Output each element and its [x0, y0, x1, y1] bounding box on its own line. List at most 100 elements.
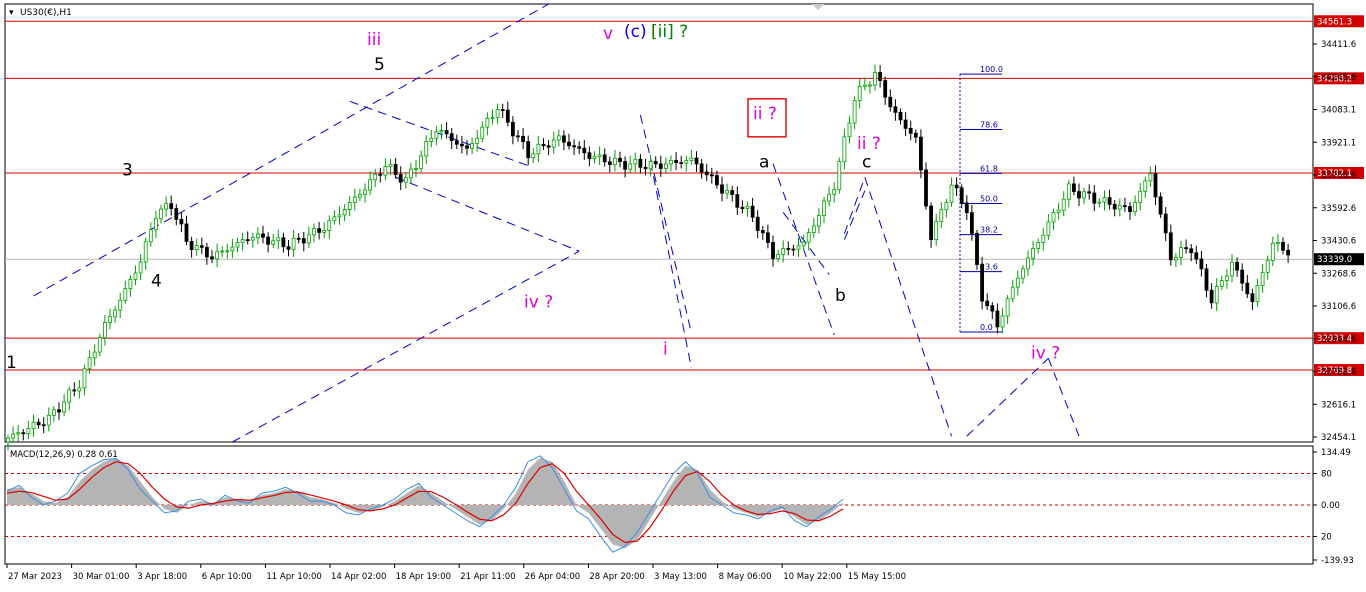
wave-label: (c)	[624, 22, 647, 42]
candle-body	[959, 187, 964, 204]
candle-body	[138, 261, 143, 274]
candle-body	[730, 190, 735, 195]
candle-body	[618, 157, 622, 162]
candle-body	[873, 72, 877, 86]
wave-label: iv ?	[524, 293, 553, 313]
candle-body	[847, 122, 852, 138]
candle-body	[934, 221, 939, 241]
candle-body	[893, 106, 898, 113]
candle-body	[1250, 293, 1255, 303]
wave-label: c	[862, 153, 871, 173]
candle-body	[878, 72, 882, 81]
candle-body	[1061, 198, 1066, 211]
wave-label: ii ?	[857, 134, 881, 154]
candle-body	[995, 310, 1000, 328]
candle-body	[1015, 277, 1020, 288]
candle-body	[674, 159, 678, 164]
candle-body	[332, 216, 337, 222]
candle-body	[1153, 173, 1158, 198]
candle-body	[439, 130, 444, 133]
candle-body	[862, 84, 867, 87]
wave-label: 4	[151, 271, 162, 291]
candle-body	[266, 236, 271, 245]
candle-body	[16, 432, 21, 435]
candle-body	[230, 246, 235, 252]
candle-body	[781, 248, 786, 255]
candle-body	[1148, 173, 1153, 182]
candle-body	[735, 194, 740, 208]
price-axis-label: 33430.6	[1321, 237, 1356, 247]
time-axis-label: 28 Apr 20:00	[589, 572, 644, 582]
candle-body	[429, 137, 434, 142]
candle-body	[531, 153, 536, 159]
time-axis-label: 3 May 13:00	[654, 572, 707, 582]
candle-body	[628, 163, 633, 170]
fib-level-label: 100.0	[980, 65, 1003, 74]
candle-body	[689, 157, 694, 162]
time-axis-label: 14 Apr 02:00	[331, 572, 386, 582]
candle-body	[21, 432, 26, 435]
candle-body	[1245, 282, 1250, 295]
candle-body	[276, 237, 281, 242]
price-axis-label: 32616.1	[1321, 400, 1356, 410]
candle-body	[1214, 285, 1219, 304]
candle-body	[582, 147, 587, 154]
candle-body	[602, 154, 607, 163]
candle-body	[990, 305, 995, 312]
candle-body	[46, 414, 51, 426]
candle-body	[11, 433, 16, 439]
candle-body	[597, 154, 602, 158]
candle-body	[975, 232, 979, 265]
candle-body	[1046, 221, 1051, 236]
candle-body	[1005, 298, 1010, 317]
candle-body	[776, 253, 780, 259]
candle-body	[1260, 271, 1265, 286]
candle-body	[368, 179, 373, 191]
candle-body	[133, 272, 138, 280]
wave-label: v	[603, 24, 613, 44]
candle-body	[1255, 285, 1260, 303]
candle-body	[1209, 289, 1214, 304]
candle-body	[766, 232, 770, 243]
candle-body	[378, 173, 383, 176]
candle-body	[1026, 257, 1030, 270]
candle-body	[62, 401, 66, 413]
main-pane[interactable]	[4, 3, 1314, 443]
candle-body	[352, 196, 357, 203]
candle-body	[1230, 261, 1234, 277]
chart-symbol-arrow[interactable]: ▾	[9, 8, 14, 18]
wave-label: iii	[367, 30, 381, 50]
candle-body	[480, 126, 485, 139]
candle-body	[760, 230, 765, 234]
candle-body	[1051, 212, 1056, 223]
candle-body	[128, 278, 133, 290]
candle-body	[587, 152, 592, 159]
candle-body	[184, 223, 189, 242]
candle-body	[1102, 197, 1107, 203]
candle-body	[817, 215, 821, 227]
time-axis-label: 8 May 06:00	[719, 572, 772, 582]
time-axis-label: 6 Apr 10:00	[202, 572, 252, 582]
price-axis-label: 34245.6	[1321, 73, 1356, 83]
chart-canvas[interactable]: 34561.334268.233782.132933.432769.833339…	[0, 0, 1366, 588]
candle-body	[1143, 180, 1148, 192]
candle-body	[113, 309, 117, 318]
candle-body	[210, 256, 214, 260]
candle-body	[1276, 242, 1280, 244]
fib-level-label: 0.0	[980, 323, 993, 332]
time-axis-label: 21 Apr 11:00	[460, 572, 515, 582]
candle-body	[255, 233, 260, 238]
candle-body	[715, 175, 719, 186]
candle-body	[852, 100, 857, 124]
candle-body	[919, 136, 923, 171]
candle-body	[1036, 242, 1041, 249]
candle-body	[832, 189, 837, 195]
candle-body	[903, 119, 908, 129]
time-axis-label: 18 Apr 19:00	[396, 572, 451, 582]
candle-body	[1199, 258, 1204, 270]
candle-body	[811, 225, 816, 233]
candle-body	[1138, 190, 1143, 203]
chart-window[interactable]: 34561.3 34268.2 33782.1 32933.4 32769.8 33339…	[0, 0, 1366, 588]
candle-body	[363, 189, 367, 195]
candle-body	[31, 421, 36, 429]
